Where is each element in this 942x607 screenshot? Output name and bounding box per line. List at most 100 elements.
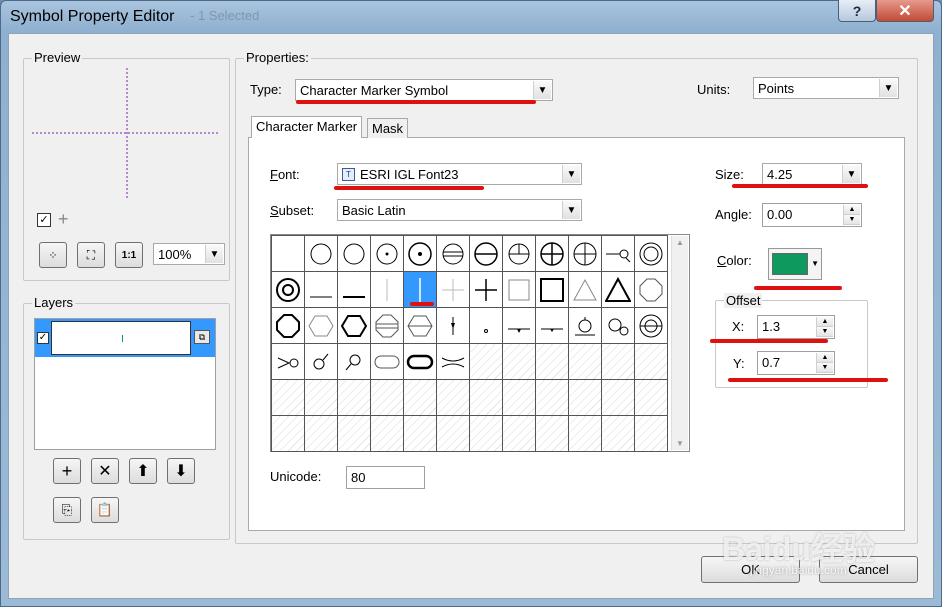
zoom-select[interactable]: 100% ▼ [153, 243, 225, 265]
spin-down-icon[interactable]: ▼ [817, 363, 833, 373]
move-up-button[interactable]: ⬆ [129, 458, 157, 484]
glyph-cell-empty[interactable] [601, 343, 635, 380]
glyph-cell[interactable] [568, 235, 602, 272]
glyph-cell-empty[interactable] [271, 415, 305, 452]
remove-layer-button[interactable]: ✕ [91, 458, 119, 484]
glyph-cell-empty[interactable] [601, 379, 635, 416]
glyph-cell-empty[interactable] [634, 415, 668, 452]
paste-layer-button[interactable]: 📋 [91, 497, 119, 523]
color-picker-button[interactable]: ▼ [768, 248, 822, 280]
glyph-cell[interactable] [403, 307, 437, 344]
glyph-cell-empty[interactable] [370, 415, 404, 452]
glyph-cell[interactable] [370, 271, 404, 308]
copy-layer-button[interactable]: ⎘ [53, 497, 81, 523]
glyph-cell-empty[interactable] [634, 379, 668, 416]
glyph-cell-empty[interactable] [502, 415, 536, 452]
offset-y-spinner[interactable]: ▲ ▼ [816, 353, 833, 373]
glyph-cell[interactable] [502, 235, 536, 272]
close-button[interactable]: ✕ [876, 0, 934, 22]
offset-x-spinner[interactable]: ▲ ▼ [816, 317, 833, 337]
glyph-cell-empty[interactable] [601, 415, 635, 452]
glyph-cell[interactable] [337, 271, 371, 308]
type-select[interactable]: Character Marker Symbol ▼ [295, 79, 553, 101]
glyph-cell[interactable] [304, 343, 338, 380]
offset-y-input[interactable]: 0.7 ▲ ▼ [757, 351, 835, 375]
glyph-cell[interactable] [634, 271, 668, 308]
tab-mask[interactable]: Mask [367, 118, 409, 138]
add-layer-button[interactable]: + [53, 458, 81, 484]
glyph-cell[interactable] [304, 271, 338, 308]
zoom-in-button[interactable]: ⁘ [39, 242, 67, 268]
glyph-cell[interactable] [370, 235, 404, 272]
glyph-cell[interactable] [601, 271, 635, 308]
glyph-cell[interactable] [502, 271, 536, 308]
size-select[interactable]: 4.25 ▼ [762, 163, 862, 185]
actual-size-button[interactable]: 1:1 [115, 242, 143, 268]
zoom-extent-button[interactable]: ⛶ [77, 242, 105, 268]
scroll-down-icon[interactable]: ▼ [672, 439, 688, 448]
glyph-cell[interactable] [634, 307, 668, 344]
glyph-cell-empty[interactable] [535, 415, 569, 452]
spin-up-icon[interactable]: ▲ [817, 353, 833, 363]
glyph-cell[interactable] [601, 235, 635, 272]
glyph-cell-empty[interactable] [634, 343, 668, 380]
glyph-cell[interactable] [436, 343, 470, 380]
glyph-cell[interactable] [271, 307, 305, 344]
tab-character-marker[interactable]: Character Marker [251, 116, 363, 138]
character-grid[interactable] [271, 235, 668, 452]
glyph-cell[interactable] [568, 271, 602, 308]
glyph-cell[interactable] [337, 307, 371, 344]
glyph-cell-empty[interactable] [469, 343, 503, 380]
glyph-cell-empty[interactable] [568, 379, 602, 416]
font-select[interactable]: T ESRI IGL Font23 ▼ [337, 163, 582, 185]
glyph-cell[interactable] [601, 307, 635, 344]
glyph-cell-empty[interactable] [370, 379, 404, 416]
glyph-cell[interactable] [568, 307, 602, 344]
subset-select[interactable]: Basic Latin ▼ [337, 199, 582, 221]
help-button[interactable]: ? [838, 0, 876, 22]
angle-spinner[interactable]: ▲ ▼ [843, 205, 860, 225]
glyph-cell-empty[interactable] [304, 415, 338, 452]
glyph-cell[interactable] [370, 307, 404, 344]
glyph-cell[interactable] [469, 235, 503, 272]
glyph-cell-empty[interactable] [436, 415, 470, 452]
glyph-cell[interactable] [271, 235, 305, 272]
angle-input[interactable]: 0.00 ▲ ▼ [762, 203, 862, 227]
glyph-cell[interactable] [634, 235, 668, 272]
glyph-cell[interactable] [337, 343, 371, 380]
spin-up-icon[interactable]: ▲ [817, 317, 833, 327]
glyph-cell-empty[interactable] [304, 379, 338, 416]
spin-down-icon[interactable]: ▼ [844, 215, 860, 225]
glyph-cell-empty[interactable] [568, 343, 602, 380]
glyph-cell-empty[interactable] [403, 415, 437, 452]
glyph-cell[interactable] [436, 235, 470, 272]
glyph-cell[interactable] [304, 235, 338, 272]
unicode-input[interactable]: 80 [346, 466, 425, 489]
glyph-cell-empty[interactable] [535, 343, 569, 380]
units-select[interactable]: Points ▼ [753, 77, 899, 99]
layer-checkbox[interactable]: ✓ [37, 332, 49, 344]
glyph-cell[interactable] [304, 307, 338, 344]
glyph-cell[interactable] [535, 307, 569, 344]
grid-scrollbar[interactable]: ▲ ▼ [671, 236, 688, 450]
glyph-cell[interactable] [469, 307, 503, 344]
glyph-cell-empty[interactable] [568, 415, 602, 452]
glyph-cell[interactable] [403, 343, 437, 380]
move-down-button[interactable]: ⬇ [167, 458, 195, 484]
scroll-up-icon[interactable]: ▲ [672, 238, 688, 247]
layer-lock-icon[interactable]: ⧉ [194, 330, 210, 344]
glyph-cell[interactable] [502, 307, 536, 344]
glyph-cell[interactable] [370, 343, 404, 380]
glyph-cell-empty[interactable] [436, 379, 470, 416]
offset-x-input[interactable]: 1.3 ▲ ▼ [757, 315, 835, 339]
glyph-cell-empty[interactable] [403, 379, 437, 416]
glyph-cell[interactable] [271, 343, 305, 380]
glyph-cell[interactable] [436, 271, 470, 308]
glyph-cell[interactable] [535, 235, 569, 272]
glyph-cell-empty[interactable] [337, 415, 371, 452]
glyph-cell-empty[interactable] [337, 379, 371, 416]
glyph-cell-empty[interactable] [271, 379, 305, 416]
glyph-cell-empty[interactable] [469, 379, 503, 416]
glyph-cell[interactable] [436, 307, 470, 344]
spin-up-icon[interactable]: ▲ [844, 205, 860, 215]
